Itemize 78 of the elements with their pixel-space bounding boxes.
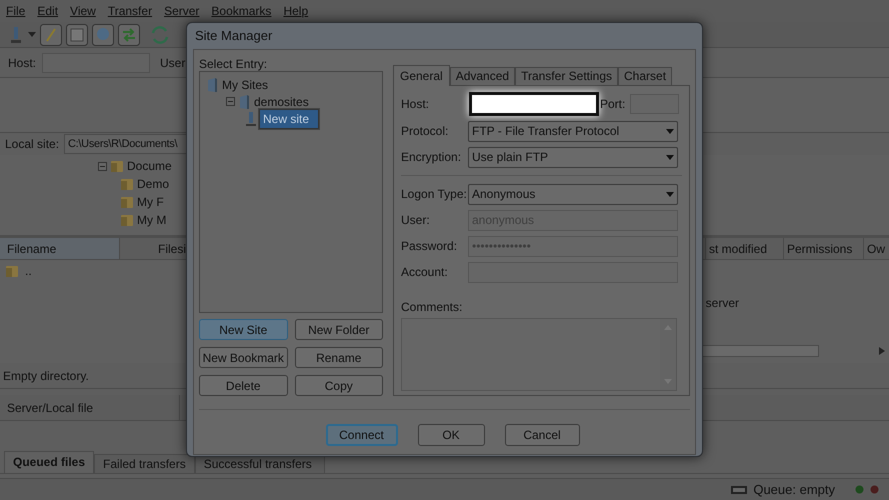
dropdown[interactable]: Use plain FTP [468, 146, 678, 168]
column-header[interactable]: Filename [0, 238, 120, 259]
scroll-right-icon [879, 347, 885, 355]
column-header[interactable]: Ow [863, 238, 889, 259]
menu-item[interactable]: Server [164, 2, 200, 20]
activity-light-icon [870, 485, 879, 494]
refresh-icon [150, 24, 170, 44]
host-label: Host: [8, 54, 36, 72]
site-action-button[interactable]: Rename [294, 347, 383, 368]
site-action-button[interactable]: Delete [199, 375, 288, 396]
folder-icon [120, 177, 134, 191]
field-label: Port: [600, 96, 626, 113]
menu-item[interactable]: File [6, 2, 26, 20]
tree-item[interactable]: My M [137, 211, 166, 229]
site-tree-item[interactable]: New site [259, 108, 319, 128]
field-label: Logon Type: [401, 186, 468, 203]
file-name[interactable]: .. [25, 262, 32, 280]
comments-input[interactable] [401, 318, 677, 391]
menu-item[interactable]: View [70, 2, 96, 20]
field-label: User: [401, 212, 431, 229]
dialog-button[interactable]: OK [418, 424, 484, 446]
transfer-arrows-icon [118, 24, 140, 46]
field-label: Host: [401, 96, 430, 113]
dialog-button[interactable]: Connect [326, 424, 398, 446]
site-action-button[interactable]: New Bookmark [199, 347, 288, 368]
column-header[interactable]: Permissions [783, 238, 863, 259]
select-entry-label: Select Entry: [199, 56, 268, 71]
settings-tab[interactable]: Advanced [450, 67, 516, 85]
settings-tab[interactable]: Charset [618, 67, 672, 85]
site-action-button[interactable]: New Site [199, 319, 288, 340]
field-label: Encryption: [401, 149, 462, 166]
site-tree-item[interactable]: demosites [253, 92, 310, 110]
host-input[interactable] [469, 92, 599, 116]
menu-item[interactable]: Edit [37, 2, 58, 20]
caret-icon [28, 32, 36, 38]
field-label: Account: [401, 264, 449, 281]
site-tree-item[interactable]: My Sites [221, 76, 270, 94]
tree-item[interactable]: Docume [127, 157, 172, 175]
queue-tab[interactable]: Failed transfers [94, 454, 195, 473]
directory-status-text: Empty directory. [3, 368, 89, 384]
server-icon [8, 26, 24, 44]
dropdown-value: Use plain FTP [472, 149, 548, 166]
menu-item[interactable]: Bookmarks [211, 2, 272, 20]
column-header[interactable]: Filesi [120, 240, 186, 258]
queue-indicator-icon [731, 486, 748, 494]
site-action-button[interactable]: Copy [294, 375, 383, 396]
folder-icon [120, 195, 134, 209]
tree-item[interactable]: My F [137, 193, 164, 211]
server-icon [246, 110, 256, 126]
local-site-label: Local site: [4, 136, 60, 153]
caret-icon [666, 192, 674, 196]
document-folder-icon [110, 159, 124, 173]
user-label: User [160, 54, 186, 72]
dialog-button[interactable]: Cancel [504, 424, 580, 446]
menu-item[interactable]: Help [283, 2, 308, 20]
folder-icon [206, 76, 218, 92]
queue-tab[interactable]: Queued files [4, 451, 94, 473]
dropdown[interactable]: Anonymous [468, 184, 678, 204]
dropdown-value: FTP - File Transfer Protocol [472, 123, 620, 140]
settings-tab[interactable]: Transfer Settings [515, 67, 618, 85]
dropdown[interactable]: FTP - File Transfer Protocol [468, 120, 678, 142]
folder-icon [238, 94, 250, 110]
dialog-title: Site Manager [195, 27, 272, 46]
menu-item[interactable]: Transfer [108, 2, 152, 20]
folder-icon [5, 264, 19, 278]
column-header[interactable]: st modified [705, 238, 783, 259]
dropdown-value: Anonymous [472, 186, 536, 203]
comments-label: Comments: [401, 299, 464, 312]
queue-status-text: Queue: empty [753, 480, 835, 499]
tree-item[interactable]: Demo [137, 175, 170, 193]
field-label: Protocol: [401, 123, 450, 140]
folder-icon [120, 213, 134, 227]
field-label: Password: [401, 238, 458, 255]
site-action-button[interactable]: New Folder [294, 319, 383, 340]
column-header[interactable]: Server/Local file [0, 395, 180, 420]
settings-tab[interactable]: General [393, 65, 450, 86]
remote-status-text: server [706, 295, 739, 312]
activity-light-icon [855, 485, 864, 494]
